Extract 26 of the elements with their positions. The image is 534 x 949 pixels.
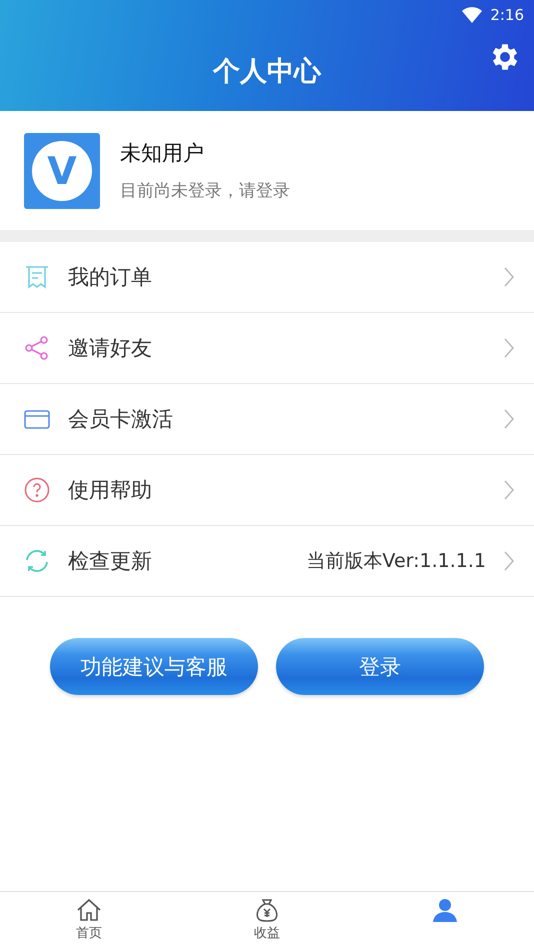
chevron-icon xyxy=(504,409,514,429)
menu-label: 检查更新 xyxy=(68,548,153,575)
menu-label: 会员卡激活 xyxy=(68,406,174,433)
menu-label: 使用帮助 xyxy=(68,477,153,504)
login-button[interactable]: 登录 xyxy=(276,638,484,695)
chevron-icon xyxy=(504,338,514,358)
chevron-icon xyxy=(504,480,514,500)
money-bag-icon xyxy=(254,897,280,923)
menu-label: 邀请好友 xyxy=(68,335,153,362)
user-name: 未知用户 xyxy=(120,140,205,167)
help-icon xyxy=(24,477,50,503)
chevron-icon xyxy=(504,267,514,287)
feedback-button[interactable]: 功能建议与客服 xyxy=(50,638,258,695)
login-hint: 目前尚未登录，请登录 xyxy=(120,180,290,202)
menu-label: 我的订单 xyxy=(68,264,153,291)
home-icon xyxy=(76,897,102,923)
page-title: 个人中心 xyxy=(213,54,321,88)
refresh-icon xyxy=(24,548,50,574)
version-text: 当前版本Ver:1.1.1.1 xyxy=(306,549,486,574)
person-icon xyxy=(432,897,458,923)
share-icon xyxy=(24,335,50,361)
wifi-icon xyxy=(462,7,482,23)
logo-letter: V xyxy=(32,140,92,200)
status-time: 2:16 xyxy=(490,6,524,24)
receipt-icon xyxy=(24,264,50,290)
chevron-icon xyxy=(504,551,514,571)
